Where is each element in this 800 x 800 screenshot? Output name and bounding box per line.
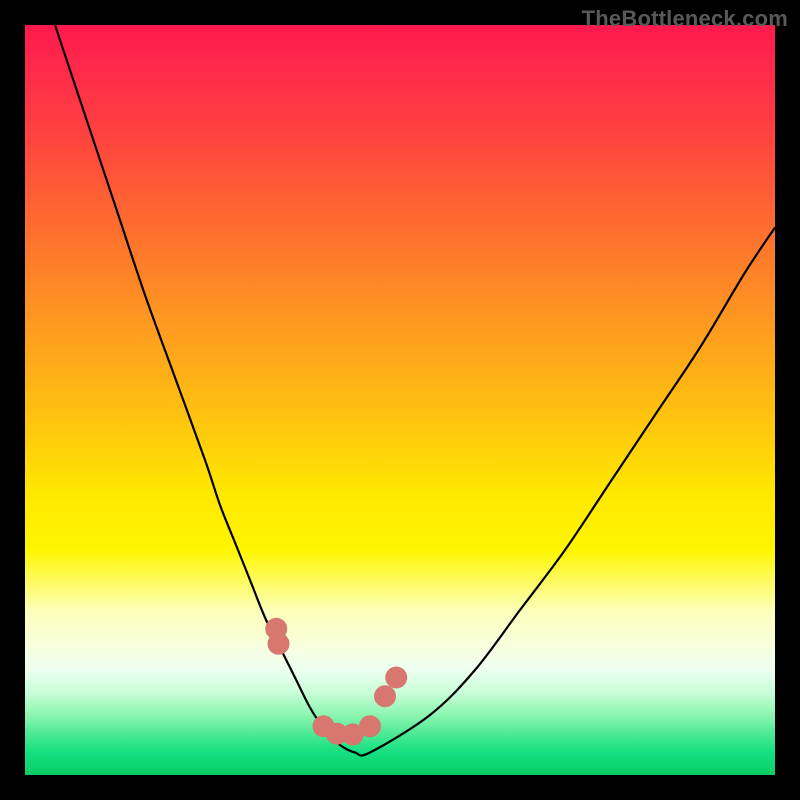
chart-frame bbox=[25, 25, 775, 775]
curve-markers bbox=[25, 25, 775, 775]
marker-dot bbox=[359, 715, 381, 737]
marker-dot bbox=[374, 685, 396, 707]
marker-dot bbox=[385, 667, 407, 689]
watermark-text: TheBottleneck.com bbox=[582, 6, 788, 32]
marker-dot bbox=[268, 633, 290, 655]
